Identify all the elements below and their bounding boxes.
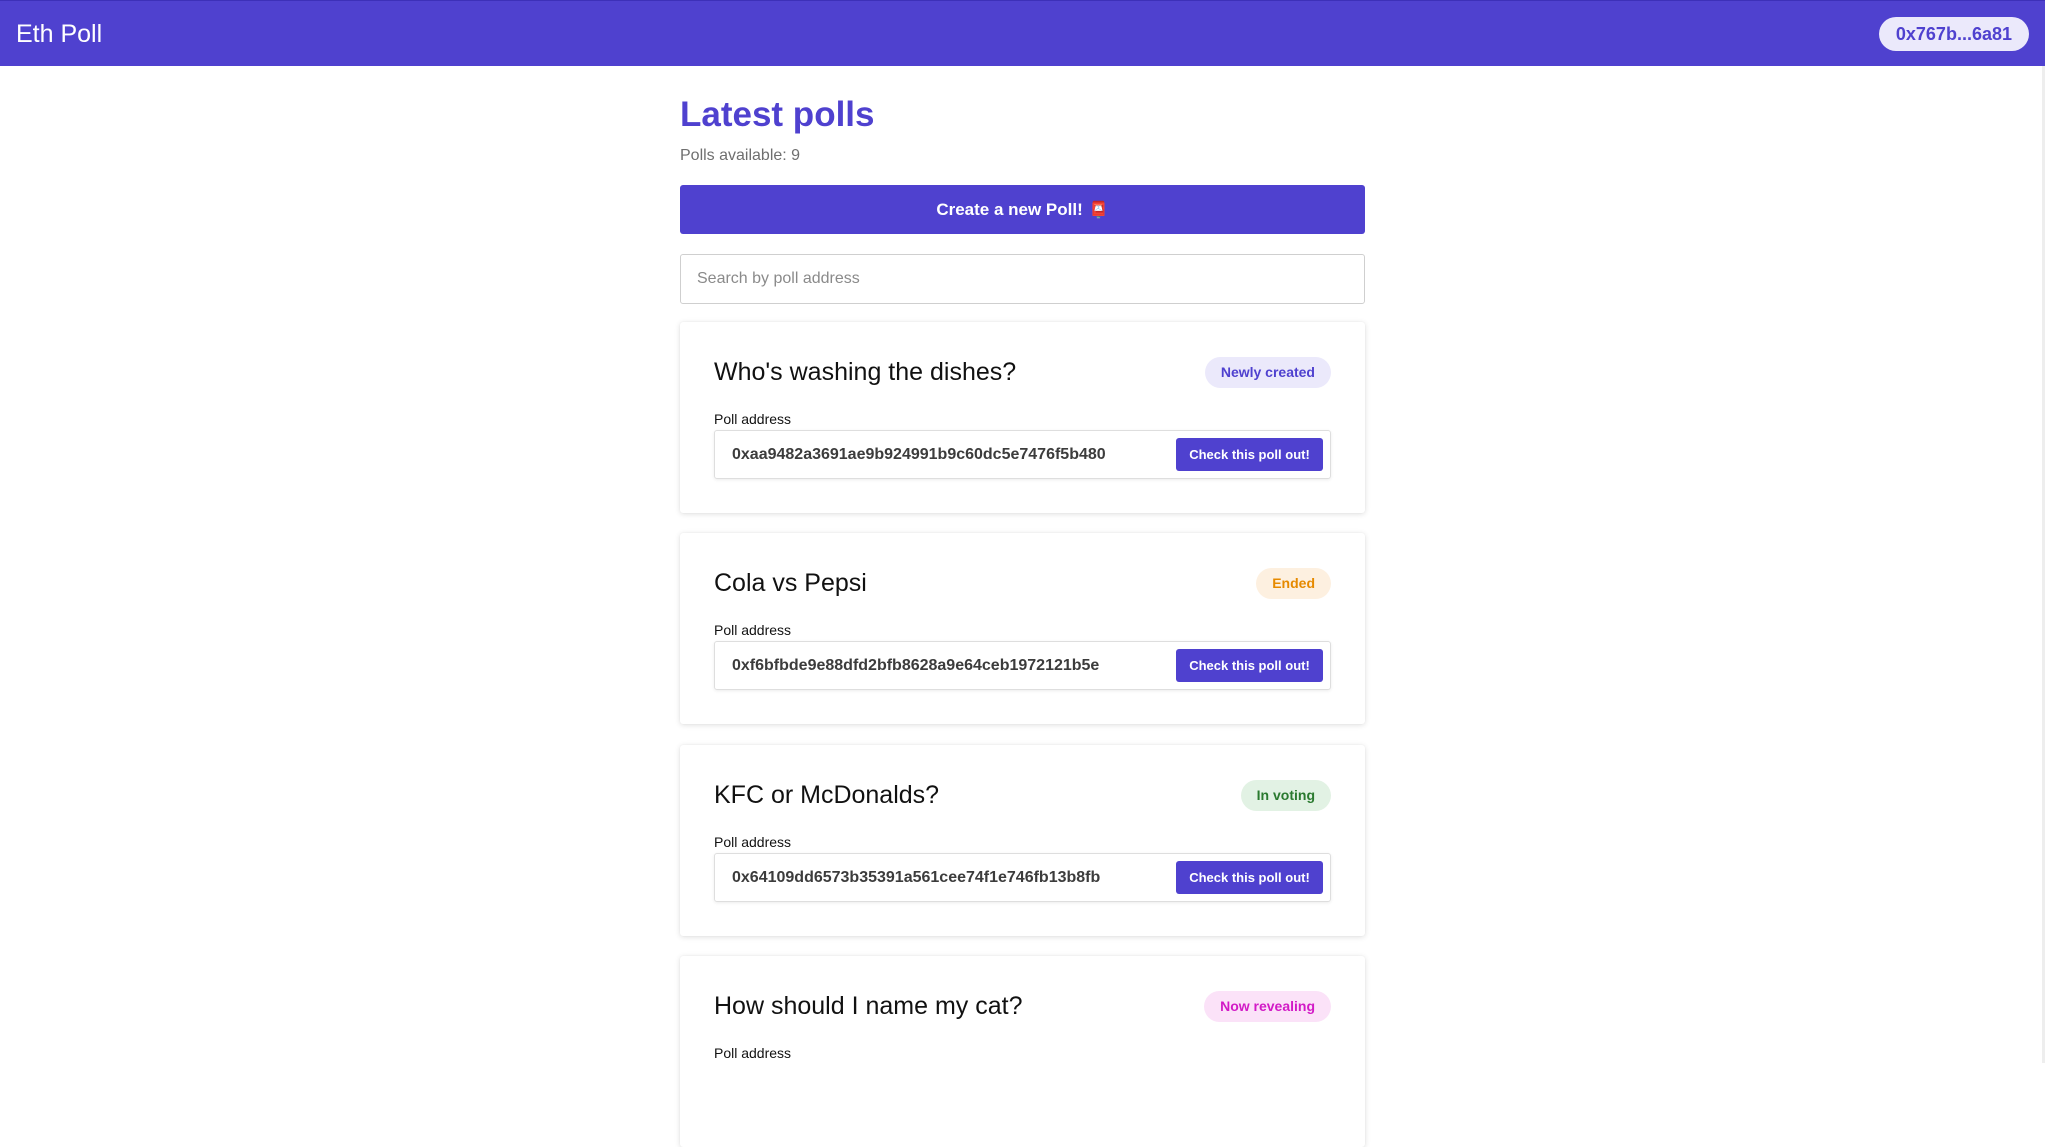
search-input[interactable] xyxy=(680,254,1365,304)
status-badge: Now revealing xyxy=(1204,991,1331,1022)
wallet-address-button[interactable]: 0x767b...6a81 xyxy=(1878,17,2029,51)
check-poll-button[interactable]: Check this poll out! xyxy=(1176,861,1323,894)
create-poll-label: Create a new Poll! xyxy=(936,200,1083,219)
poll-address-field: 0xf6bfbde9e88dfd2bfb8628a9e64ceb1972121b… xyxy=(714,641,1331,690)
poll-title: Cola vs Pepsi xyxy=(714,569,867,597)
app-title[interactable]: Eth Poll xyxy=(16,19,102,49)
poll-card: Who's washing the dishes? Newly created … xyxy=(680,322,1365,513)
poll-address-value: 0xaa9482a3691ae9b924991b9c60dc5e7476f5b4… xyxy=(732,446,1106,463)
page-title: Latest polls xyxy=(680,95,875,134)
poll-address-field: 0xaa9482a3691ae9b924991b9c60dc5e7476f5b4… xyxy=(714,430,1331,479)
poll-card: KFC or McDonalds? In voting Poll address… xyxy=(680,745,1365,936)
poll-card: How should I name my cat? Now revealing … xyxy=(680,956,1365,1147)
ballot-box-icon: 📮 xyxy=(1088,202,1109,219)
poll-title: Who's washing the dishes? xyxy=(714,358,1017,386)
status-badge: Newly created xyxy=(1204,357,1331,388)
poll-address-label: Poll address xyxy=(714,1045,792,1061)
poll-address-value: 0x64109dd6573b35391a561cee74f1e746fb13b8… xyxy=(732,869,1101,886)
poll-address-label: Poll address xyxy=(714,622,792,638)
check-poll-button[interactable]: Check this poll out! xyxy=(1176,438,1323,471)
check-poll-button[interactable]: Check this poll out! xyxy=(1176,649,1323,682)
poll-address-label: Poll address xyxy=(714,834,792,850)
poll-address-label: Poll address xyxy=(714,411,792,427)
top-navigation-bar: Eth Poll 0x767b...6a81 xyxy=(0,0,2045,66)
create-poll-button[interactable]: Create a new Poll! 📮 xyxy=(680,185,1365,234)
poll-address-field: 0x64109dd6573b35391a561cee74f1e746fb13b8… xyxy=(714,853,1331,902)
poll-title: KFC or McDonalds? xyxy=(714,781,940,809)
poll-address-value: 0xf6bfbde9e88dfd2bfb8628a9e64ceb1972121b… xyxy=(732,657,1100,674)
status-badge: In voting xyxy=(1240,780,1331,811)
poll-title: How should I name my cat? xyxy=(714,992,1023,1020)
polls-count: Polls available: 9 xyxy=(680,147,801,164)
status-badge: Ended xyxy=(1256,568,1331,599)
poll-card: Cola vs Pepsi Ended Poll address 0xf6bfb… xyxy=(680,533,1365,724)
